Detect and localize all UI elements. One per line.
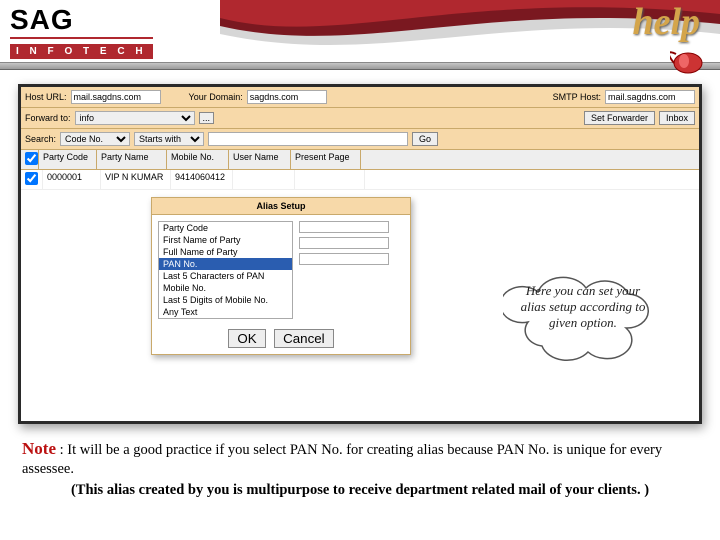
forward-to-select[interactable]: info xyxy=(75,111,195,125)
callout-bubble: Here you can set your alias setup accord… xyxy=(503,267,663,377)
alias-option[interactable]: Party Code xyxy=(159,222,292,234)
grid-cell-partycode: 0000001 xyxy=(43,170,101,189)
mouse-icon xyxy=(670,48,710,78)
alias-value-input-1[interactable] xyxy=(299,221,389,233)
alias-option[interactable]: Full Name of Party xyxy=(159,246,292,258)
page-header: SAG I N F O T E C H help xyxy=(0,0,720,72)
alias-option[interactable]: First Name of Party xyxy=(159,234,292,246)
grid-header-partycode: Party Code xyxy=(39,150,97,169)
help-text: help xyxy=(632,1,700,43)
note-block: Note : It will be a good practice if you… xyxy=(0,424,720,500)
grid-cell-username xyxy=(233,170,295,189)
your-domain-label: Your Domain: xyxy=(189,92,243,102)
grid-cell-presentpage xyxy=(295,170,365,189)
toolbar-row-2: Forward to: info ... Set Forwarder Inbox xyxy=(21,108,699,129)
search-label: Search: xyxy=(25,134,56,144)
header-divider-bar xyxy=(0,62,720,70)
host-url-input[interactable] xyxy=(71,90,161,104)
set-forwarder-button[interactable]: Set Forwarder xyxy=(584,111,655,125)
grid-row-checkbox[interactable] xyxy=(21,170,43,189)
grid-header-username: User Name xyxy=(229,150,291,169)
alias-setup-dialog: Alias Setup Party Code First Name of Par… xyxy=(151,197,411,355)
search-by-select[interactable]: Code No. xyxy=(60,132,130,146)
forward-to-browse-button[interactable]: ... xyxy=(199,112,215,124)
note-line-2: (This alias created by you is multipurpo… xyxy=(22,481,698,500)
alias-option[interactable]: Last 5 Digits of Mobile No. xyxy=(159,294,292,306)
grid-header: Party Code Party Name Mobile No. User Na… xyxy=(21,150,699,170)
grid-cell-partyname: VIP N KUMAR xyxy=(101,170,171,189)
toolbar-row-3: Search: Code No. Starts with Go xyxy=(21,129,699,150)
note-label: Note xyxy=(22,439,56,458)
forward-to-label: Forward to: xyxy=(25,113,71,123)
inbox-button[interactable]: Inbox xyxy=(659,111,695,125)
note-line-1: : It will be a good practice if you sele… xyxy=(22,442,662,477)
grid-header-mobile: Mobile No. xyxy=(167,150,229,169)
logo-text-infotech: I N F O T E C H xyxy=(10,44,153,59)
alias-value-input-2[interactable] xyxy=(299,237,389,249)
dialog-cancel-button[interactable]: Cancel xyxy=(274,329,334,348)
grid-header-checkbox[interactable] xyxy=(21,150,39,169)
grid-cell-mobile: 9414060412 xyxy=(171,170,233,189)
alias-options-list[interactable]: Party Code First Name of Party Full Name… xyxy=(158,221,293,319)
your-domain-input[interactable] xyxy=(247,90,327,104)
alias-option[interactable]: Any Text xyxy=(159,306,292,318)
callout-text: Here you can set your alias setup accord… xyxy=(503,267,663,347)
search-input[interactable] xyxy=(208,132,408,146)
application-screenshot: Host URL: Your Domain: SMTP Host: Forwar… xyxy=(18,84,702,424)
grid-row[interactable]: 0000001 VIP N KUMAR 9414060412 xyxy=(21,170,699,190)
toolbar-row-1: Host URL: Your Domain: SMTP Host: xyxy=(21,87,699,108)
alias-option[interactable]: Last 5 Characters of PAN xyxy=(159,270,292,282)
alias-option[interactable]: Mobile No. xyxy=(159,282,292,294)
dialog-ok-button[interactable]: OK xyxy=(228,329,265,348)
smtp-host-label: SMTP Host: xyxy=(553,92,601,102)
alias-value-input-3[interactable] xyxy=(299,253,389,265)
go-button[interactable]: Go xyxy=(412,132,438,146)
logo: SAG I N F O T E C H xyxy=(10,4,153,59)
search-mode-select[interactable]: Starts with xyxy=(134,132,204,146)
grid-header-partyname: Party Name xyxy=(97,150,167,169)
grid-header-presentpage: Present Page xyxy=(291,150,361,169)
host-url-label: Host URL: xyxy=(25,92,67,102)
logo-text-sag: SAG xyxy=(10,4,153,36)
dialog-title: Alias Setup xyxy=(152,198,410,215)
help-graphic: help xyxy=(632,0,700,44)
alias-option-selected[interactable]: PAN No. xyxy=(159,258,292,270)
smtp-host-input[interactable] xyxy=(605,90,695,104)
